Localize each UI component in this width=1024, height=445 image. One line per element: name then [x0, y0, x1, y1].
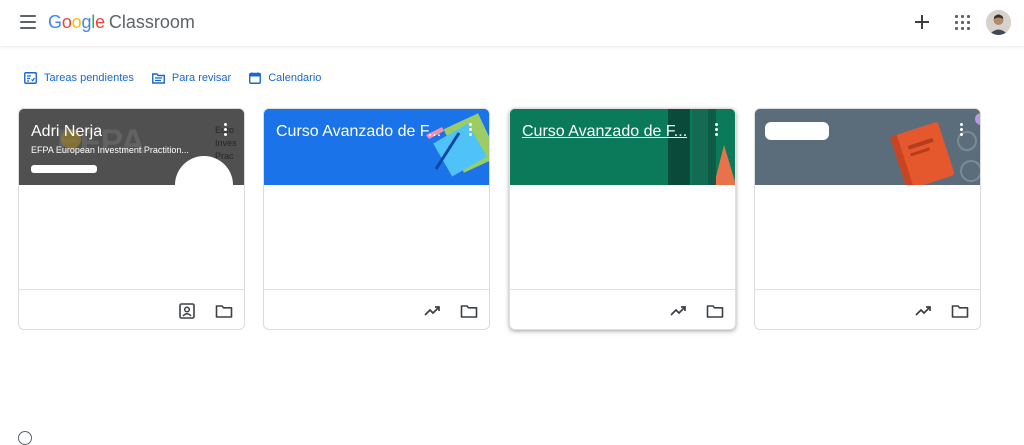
folder-icon[interactable] [951, 302, 969, 320]
review-list-icon [151, 73, 165, 84]
banner-illustration [510, 109, 735, 185]
card-title[interactable]: Adri Nerja [31, 122, 102, 142]
trending-icon[interactable] [669, 302, 687, 320]
more-options-icon[interactable] [960, 123, 964, 137]
redacted-text [31, 165, 97, 173]
menu-icon[interactable] [20, 15, 36, 29]
class-card[interactable]: Curso Avanzado de F... [263, 108, 490, 330]
card-footer [510, 289, 735, 329]
nav-label: Calendario [268, 72, 322, 84]
logo-letter: o [61, 12, 72, 32]
banner-illustration [264, 109, 489, 185]
apps-grid-icon[interactable] [955, 15, 971, 31]
trending-icon[interactable] [423, 302, 441, 320]
class-card[interactable]: Curso Avanzado de F... [509, 108, 736, 330]
card-banner[interactable]: Curso Avanzado de F... [510, 109, 735, 185]
logo-letter: g [81, 12, 92, 32]
card-footer [264, 289, 489, 329]
card-title[interactable]: Curso Avanzado de F... [276, 122, 441, 142]
nav-calendario[interactable]: Calendario [249, 72, 321, 84]
nav-label: Para revisar [171, 72, 232, 84]
class-card[interactable]: EFPA Euro Inves Prac Adri Nerja EFPA Eur… [18, 108, 245, 330]
class-nav: Tareas pendientes Para revisar Calendari… [24, 68, 339, 88]
card-footer [19, 289, 244, 329]
folder-icon[interactable] [706, 302, 724, 320]
top-app-bar: Google Classroom [0, 0, 1024, 46]
logo-letter: o [71, 12, 82, 32]
card-banner[interactable] [755, 109, 980, 185]
avatar-image [986, 10, 1011, 35]
more-options-icon[interactable] [469, 123, 473, 137]
assignment-icon [24, 72, 37, 84]
card-footer [755, 289, 980, 329]
card-title[interactable]: Curso Avanzado de F... [522, 122, 687, 142]
card-banner[interactable]: Curso Avanzado de F... [264, 109, 489, 185]
plus-icon[interactable] [912, 12, 932, 32]
nav-tareas-pendientes[interactable]: Tareas pendientes [24, 72, 134, 84]
avatar[interactable] [986, 10, 1011, 35]
folder-icon[interactable] [460, 302, 478, 320]
class-card[interactable] [754, 108, 981, 330]
nav-para-revisar[interactable]: Para revisar [151, 72, 232, 84]
help-icon[interactable] [18, 431, 32, 445]
card-subtitle: EFPA European Investment Practition... [31, 145, 189, 155]
logo-letter: G [48, 12, 62, 32]
trending-icon[interactable] [914, 302, 932, 320]
banner-illustration [755, 109, 980, 185]
app-logo[interactable]: Google Classroom [48, 11, 195, 33]
nav-label: Tareas pendientes [44, 72, 134, 84]
app-name: Classroom [108, 12, 195, 32]
calendar-icon [249, 72, 262, 84]
more-options-icon[interactable] [224, 123, 228, 137]
more-options-icon[interactable] [715, 123, 719, 137]
assigned-work-icon[interactable] [178, 302, 196, 320]
teacher-avatar-placeholder [175, 156, 233, 214]
redacted-title [765, 122, 829, 140]
logo-letter: e [95, 12, 105, 32]
folder-icon[interactable] [215, 302, 233, 320]
